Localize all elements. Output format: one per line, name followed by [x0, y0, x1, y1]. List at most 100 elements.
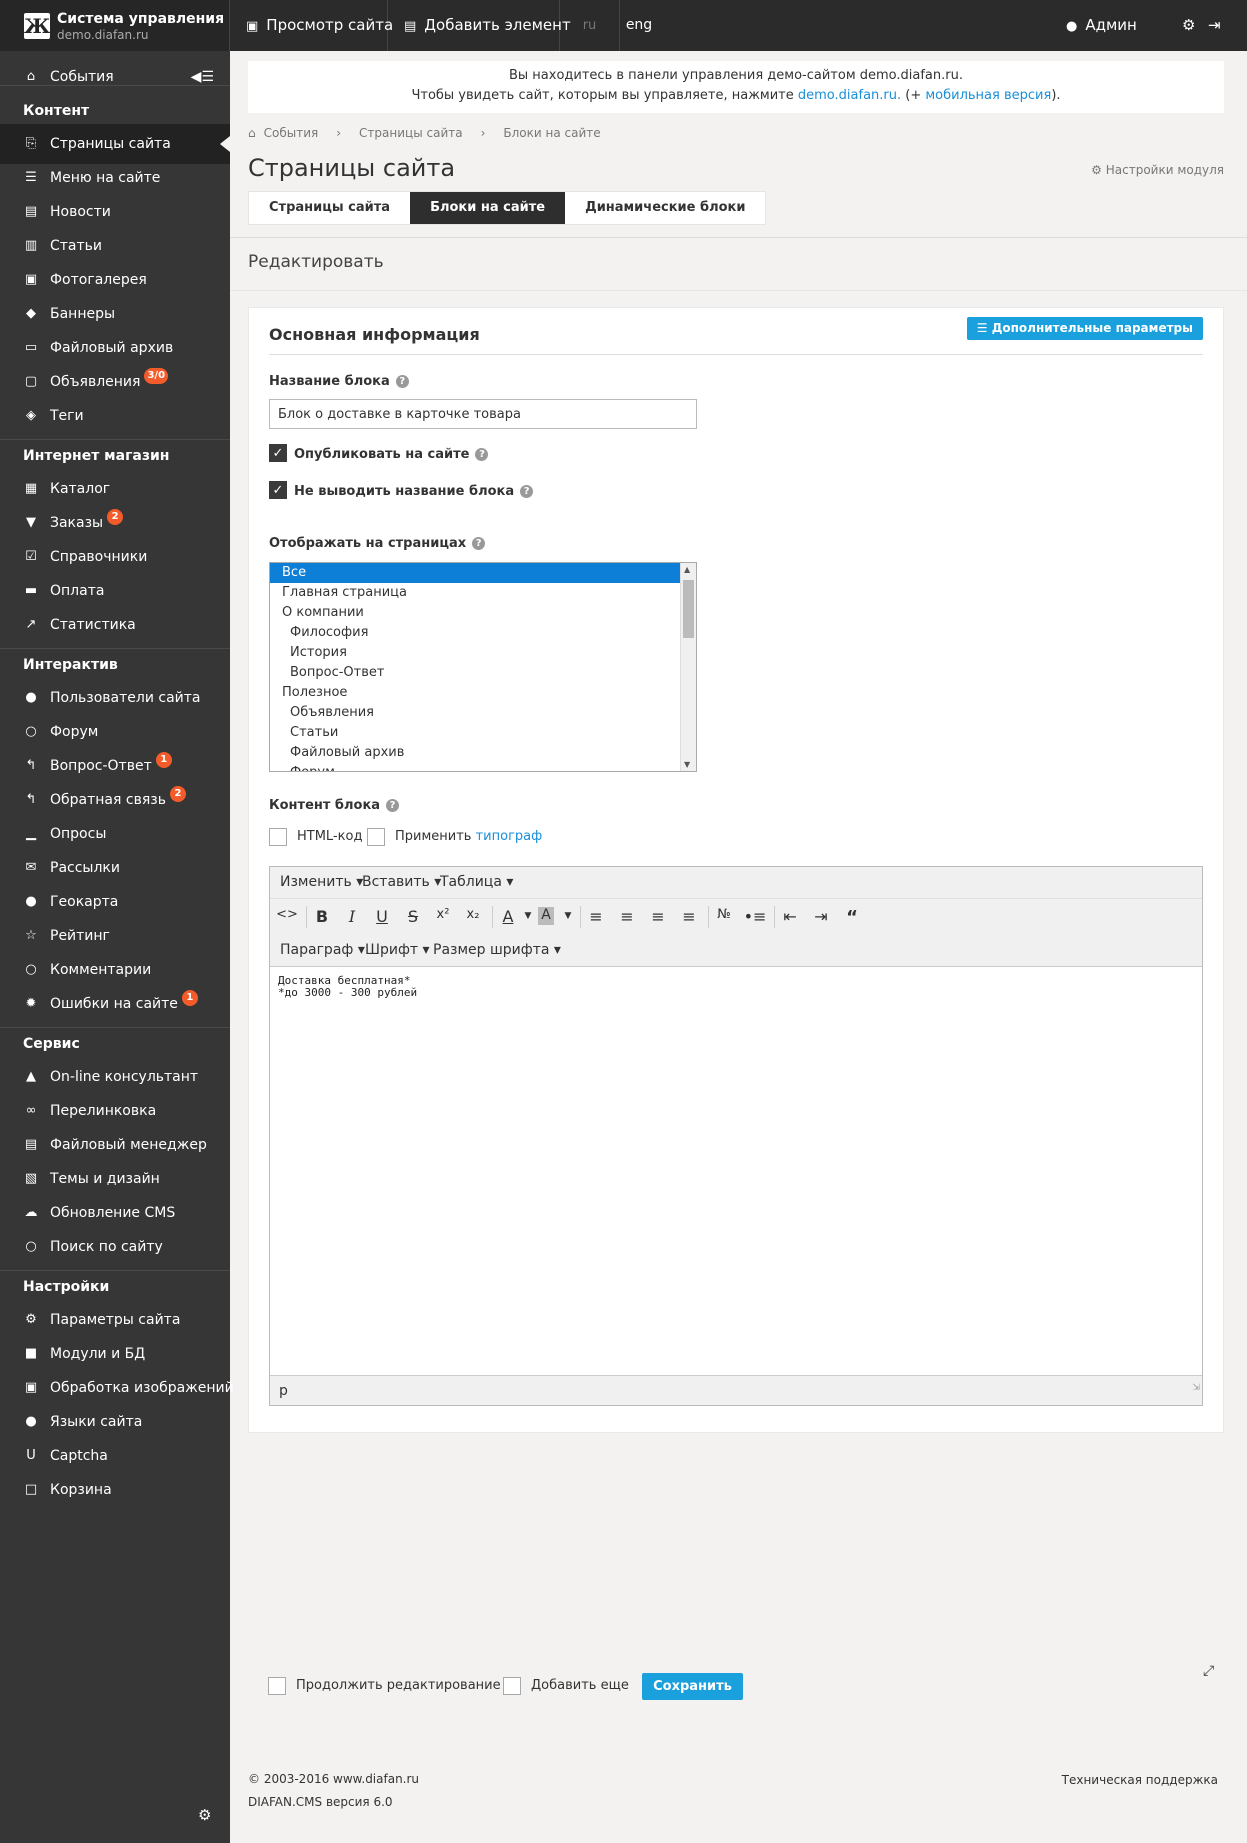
block-name-input[interactable]	[269, 399, 697, 429]
bullet-list-icon[interactable]: •≡	[743, 907, 767, 926]
module-settings-link[interactable]: ⚙ Настройки модуля	[1091, 163, 1224, 177]
indent-icon[interactable]: ⇥	[809, 907, 833, 926]
sidebar: ⌂ События ◀☰ ⚙ Контент ⎘ Страницы сайта ☰ Ме…	[0, 51, 234, 1843]
tab-dynamic-blocks[interactable]: Динамические блоки	[565, 192, 765, 224]
page-option[interactable]: История	[270, 643, 696, 663]
sidebar-item-label: Комментарии	[50, 962, 152, 978]
breadcrumb-item[interactable]: События	[264, 126, 319, 140]
sidebar-item-events[interactable]: ⌂ События ◀☰	[0, 57, 230, 97]
superscript-icon[interactable]: x²	[431, 907, 455, 922]
lang-ru[interactable]: ru	[560, 0, 620, 51]
page-option[interactable]: Статьи	[270, 723, 696, 743]
sidebar-item-label: Каталог	[50, 481, 111, 497]
html-code-checkbox[interactable]	[269, 828, 287, 846]
count-badge: 2	[169, 786, 186, 802]
page-option[interactable]: Все	[270, 563, 696, 583]
page-option[interactable]: Философия	[270, 623, 696, 643]
help-icon[interactable]: ?	[472, 537, 486, 550]
help-icon[interactable]: ?	[395, 375, 409, 388]
breadcrumb-item[interactable]: Страницы сайта	[359, 126, 463, 140]
logout-icon[interactable]: ⇥	[1208, 0, 1221, 51]
align-left-icon[interactable]: ≡	[584, 907, 608, 926]
numbered-list-icon[interactable]: №	[712, 907, 736, 922]
source-code-icon[interactable]: <>	[275, 907, 299, 922]
sidebar-item[interactable]: □ Корзина	[0, 1470, 230, 1510]
view-site-button[interactable]: ▣ Просмотр сайта	[230, 0, 393, 51]
page-option[interactable]: Полезное	[270, 683, 696, 703]
collapse-sidebar-icon[interactable]: ◀☰	[191, 57, 214, 97]
section-title: Основная информация	[269, 325, 480, 344]
bold-icon[interactable]: B	[310, 907, 334, 926]
typograph-link[interactable]: типограф	[476, 829, 543, 844]
publish-checkbox[interactable]: ✓	[269, 444, 287, 462]
lang-eng[interactable]: eng	[620, 0, 658, 51]
italic-icon[interactable]: I	[340, 907, 364, 926]
sidebar-item[interactable]: ◈ Теги	[0, 396, 230, 436]
blockquote-icon[interactable]: “	[840, 907, 864, 928]
menu-font-size[interactable]: Размер шрифта ▾	[433, 942, 561, 958]
bg-color-icon[interactable]: A	[538, 907, 554, 925]
breadcrumb-item[interactable]: Блоки на сайте	[503, 126, 600, 140]
count-badge: 1	[155, 752, 172, 768]
help-icon[interactable]: ?	[475, 448, 489, 461]
underline-icon[interactable]: U	[370, 907, 394, 926]
menu-font[interactable]: Шрифт ▾	[365, 942, 430, 958]
menu-edit[interactable]: Изменить ▾	[280, 874, 363, 890]
subscript-icon[interactable]: x₂	[461, 907, 485, 922]
settings-icon[interactable]: ⚙	[1182, 0, 1195, 51]
element-path[interactable]: p	[279, 1383, 288, 1399]
html-code-label: HTML-код	[297, 829, 363, 844]
help-icon[interactable]: ?	[386, 799, 400, 812]
pages-multiselect[interactable]: Все Главная страница О компании Философия Ис…	[269, 562, 697, 772]
name-label: Название блока?	[269, 374, 409, 389]
brand[interactable]: Ж Система управления demo.diafan.ru	[0, 0, 230, 51]
page-option[interactable]: Объявления	[270, 703, 696, 723]
sidebar-settings-icon[interactable]: ⚙	[198, 1806, 211, 1824]
mobile-version-link[interactable]: мобильная версия	[925, 88, 1051, 103]
sidebar-item[interactable]: ↗ Статистика	[0, 605, 230, 645]
hide-title-checkbox[interactable]: ✓	[269, 481, 287, 499]
extra-params-button[interactable]: ☰ Дополнительные параметры	[966, 317, 1203, 340]
sidebar-item-label: Страницы сайта	[50, 136, 171, 152]
outdent-icon[interactable]: ⇤	[778, 907, 802, 926]
tags-icon: ◈	[26, 408, 36, 423]
strikethrough-icon[interactable]: S	[401, 907, 425, 926]
continue-edit-checkbox[interactable]	[268, 1677, 286, 1695]
help-icon[interactable]: ?	[520, 485, 534, 498]
sidebar-item[interactable]: ✹ Ошибки на сайте 1	[0, 984, 230, 1024]
tab-pages[interactable]: Страницы сайта	[249, 192, 410, 224]
expand-icon[interactable]: ⤢	[1203, 1663, 1214, 1679]
resize-handle-icon[interactable]: ⇲	[1192, 1373, 1200, 1403]
add-element-button[interactable]: ▤ Добавить элемент	[388, 0, 571, 51]
page-option[interactable]: Файловый архив	[270, 743, 696, 763]
menu-paragraph[interactable]: Параграф ▾	[280, 942, 365, 958]
sidebar-item[interactable]: ○ Поиск по сайту	[0, 1227, 230, 1267]
page-option[interactable]: О компании	[270, 603, 696, 623]
demo-site-link[interactable]: demo.diafan.ru.	[798, 88, 901, 103]
support-link[interactable]: Техническая поддержка	[1062, 1773, 1218, 1787]
scrollbar[interactable]: ▲ ▼	[680, 563, 696, 771]
menu-insert[interactable]: Вставить ▾	[362, 874, 441, 890]
menu-table[interactable]: Таблица ▾	[440, 874, 513, 890]
brand-subtitle: demo.diafan.ru	[57, 28, 149, 42]
user-icon: ●	[1066, 19, 1078, 34]
page-option[interactable]: Главная страница	[270, 583, 696, 603]
edit-title: Редактировать	[248, 252, 384, 272]
page-option[interactable]: Вопрос-Ответ	[270, 663, 696, 683]
admin-menu[interactable]: ● Админ	[1066, 0, 1137, 51]
editor-content[interactable]: Доставка бесплатная* *до 3000 - 300 рубл…	[278, 975, 417, 999]
typograph-checkbox[interactable]	[367, 828, 385, 846]
align-center-icon[interactable]: ≡	[615, 907, 639, 926]
tab-blocks[interactable]: Блоки на сайте	[410, 192, 566, 224]
footer-copyright: © 2003-2016 www.diafan.ru	[248, 1772, 420, 1786]
save-button[interactable]: Сохранить	[642, 1673, 743, 1700]
sidebar-item-label: Теги	[50, 408, 84, 424]
view-site-label: Просмотр сайта	[266, 16, 394, 34]
add-more-checkbox[interactable]	[503, 1677, 521, 1695]
align-justify-icon[interactable]: ≡	[677, 907, 701, 926]
chevron-down-icon[interactable]: ▼	[516, 911, 540, 921]
align-right-icon[interactable]: ≡	[646, 907, 670, 926]
count-badge: 2	[107, 509, 124, 525]
page-option[interactable]: Форум	[270, 763, 696, 771]
chevron-down-icon[interactable]: ▼	[556, 911, 580, 921]
